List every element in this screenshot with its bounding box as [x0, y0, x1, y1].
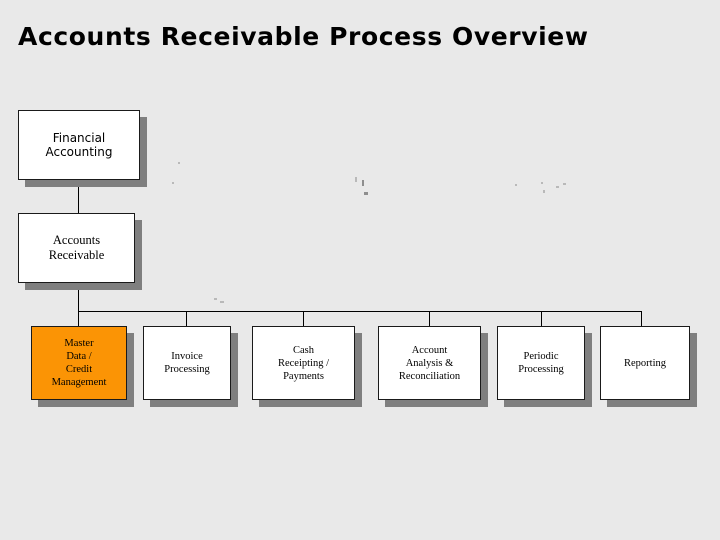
connector-bus-to-leaf-4	[429, 311, 430, 327]
connector-bus-to-leaf-3	[303, 311, 304, 327]
node-label: Account Analysis & Reconciliation	[398, 344, 461, 382]
connector-bus-to-leaf-5	[541, 311, 542, 327]
connector-bus-to-leaf-6	[641, 311, 642, 327]
node-label: Financial Accounting	[45, 131, 113, 159]
node-invoice-processing[interactable]: Invoice Processing	[143, 326, 231, 400]
connector-bus-to-leaf-2	[186, 311, 187, 327]
scan-speck	[543, 190, 545, 193]
node-master-data-credit-management[interactable]: Master Data / Credit Management	[31, 326, 127, 400]
node-financial-accounting[interactable]: Financial Accounting	[18, 110, 140, 180]
scan-speck	[172, 182, 174, 184]
node-reporting[interactable]: Reporting	[600, 326, 690, 400]
connector-bus	[78, 311, 642, 312]
node-account-analysis-reconciliation[interactable]: Account Analysis & Reconciliation	[378, 326, 481, 400]
scan-speck	[556, 186, 559, 188]
node-label: Cash Receipting / Payments	[277, 344, 330, 382]
scan-speck	[214, 298, 217, 300]
scan-speck	[355, 177, 357, 182]
scan-speck	[178, 162, 180, 164]
node-periodic-processing[interactable]: Periodic Processing	[497, 326, 585, 400]
node-label: Reporting	[624, 357, 666, 369]
scan-speck	[364, 192, 368, 195]
slide-canvas: Accounts Receivable Process Overview Fin…	[0, 0, 720, 540]
scan-speck	[515, 184, 517, 186]
scan-speck	[563, 183, 566, 185]
scan-speck	[362, 180, 364, 186]
node-accounts-receivable[interactable]: Accounts Receivable	[18, 213, 135, 283]
node-label: Invoice Processing	[164, 351, 210, 375]
node-label: Master Data / Credit Management	[51, 338, 107, 388]
scan-speck	[541, 182, 543, 184]
page-title: Accounts Receivable Process Overview	[18, 22, 589, 51]
connector-bus-to-leaf-1	[78, 311, 79, 327]
node-label: Accounts Receivable	[48, 233, 105, 262]
scan-speck	[220, 301, 224, 303]
node-cash-receipting-payments[interactable]: Cash Receipting / Payments	[252, 326, 355, 400]
node-label: Periodic Processing	[518, 351, 564, 375]
